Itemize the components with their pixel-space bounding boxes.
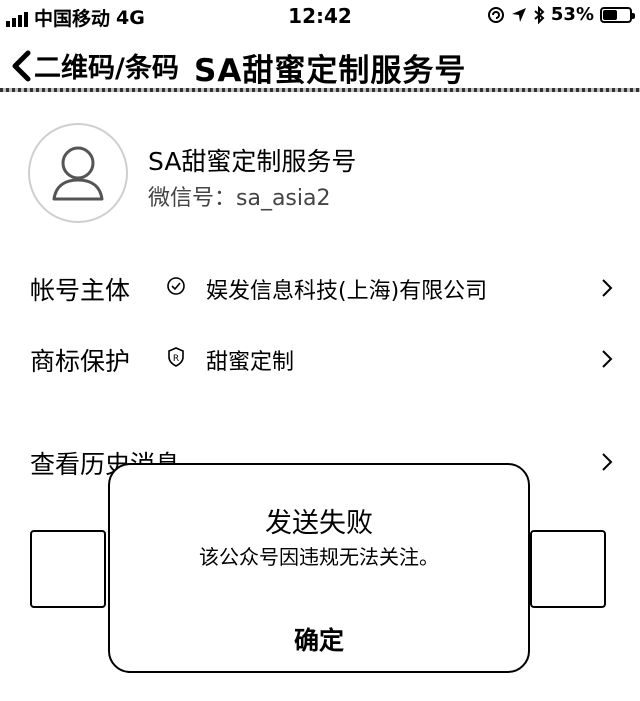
row-value: 娱发信息科技(上海)有限公司	[206, 279, 488, 304]
chevron-right-icon	[602, 453, 613, 471]
row-trademark[interactable]: 商标保护 R 甜蜜定制	[0, 334, 640, 384]
location-icon	[511, 7, 526, 22]
action-button-right[interactable]	[530, 530, 606, 608]
status-right: 53%	[487, 4, 635, 25]
default-user-icon	[52, 146, 104, 201]
dialog-message: 该公众号因违规无法关注。	[199, 545, 439, 569]
alert-dialog: 发送失败 该公众号因违规无法关注。 确定	[108, 463, 530, 673]
verified-check-icon	[167, 277, 185, 295]
row-label: 帐号主体	[30, 276, 131, 305]
row-value: 甜蜜定制	[206, 350, 295, 375]
row-account-entity[interactable]: 帐号主体 娱发信息科技(上海)有限公司	[0, 263, 640, 313]
account-name: SA甜蜜定制服务号	[148, 147, 357, 176]
orientation-lock-icon	[487, 6, 504, 23]
page-title: SA甜蜜定制服务号	[194, 53, 467, 89]
svg-text:R: R	[173, 354, 179, 364]
dialog-title: 发送失败	[265, 508, 373, 539]
chevron-right-icon	[602, 279, 613, 297]
back-button[interactable]: 二维码/条码	[10, 46, 179, 85]
row-label: 商标保护	[30, 347, 131, 376]
avatar	[28, 123, 128, 223]
chevron-left-icon	[12, 50, 31, 81]
nav-divider	[0, 88, 640, 92]
registered-trademark-icon: R	[168, 347, 184, 367]
action-button-left[interactable]	[30, 530, 106, 608]
battery-icon	[600, 6, 635, 23]
navigation-bar: 二维码/条码 SA甜蜜定制服务号	[0, 38, 640, 94]
status-bar: 中国移动 4G 12:42 53%	[0, 0, 640, 34]
back-label: 二维码/条码	[34, 53, 179, 84]
wechat-id: 微信号：sa_asia2	[148, 186, 331, 211]
confirm-button[interactable]: 确定	[110, 621, 528, 657]
chevron-right-icon	[602, 350, 613, 368]
battery-percent: 53%	[550, 4, 594, 25]
bluetooth-icon	[534, 5, 545, 24]
